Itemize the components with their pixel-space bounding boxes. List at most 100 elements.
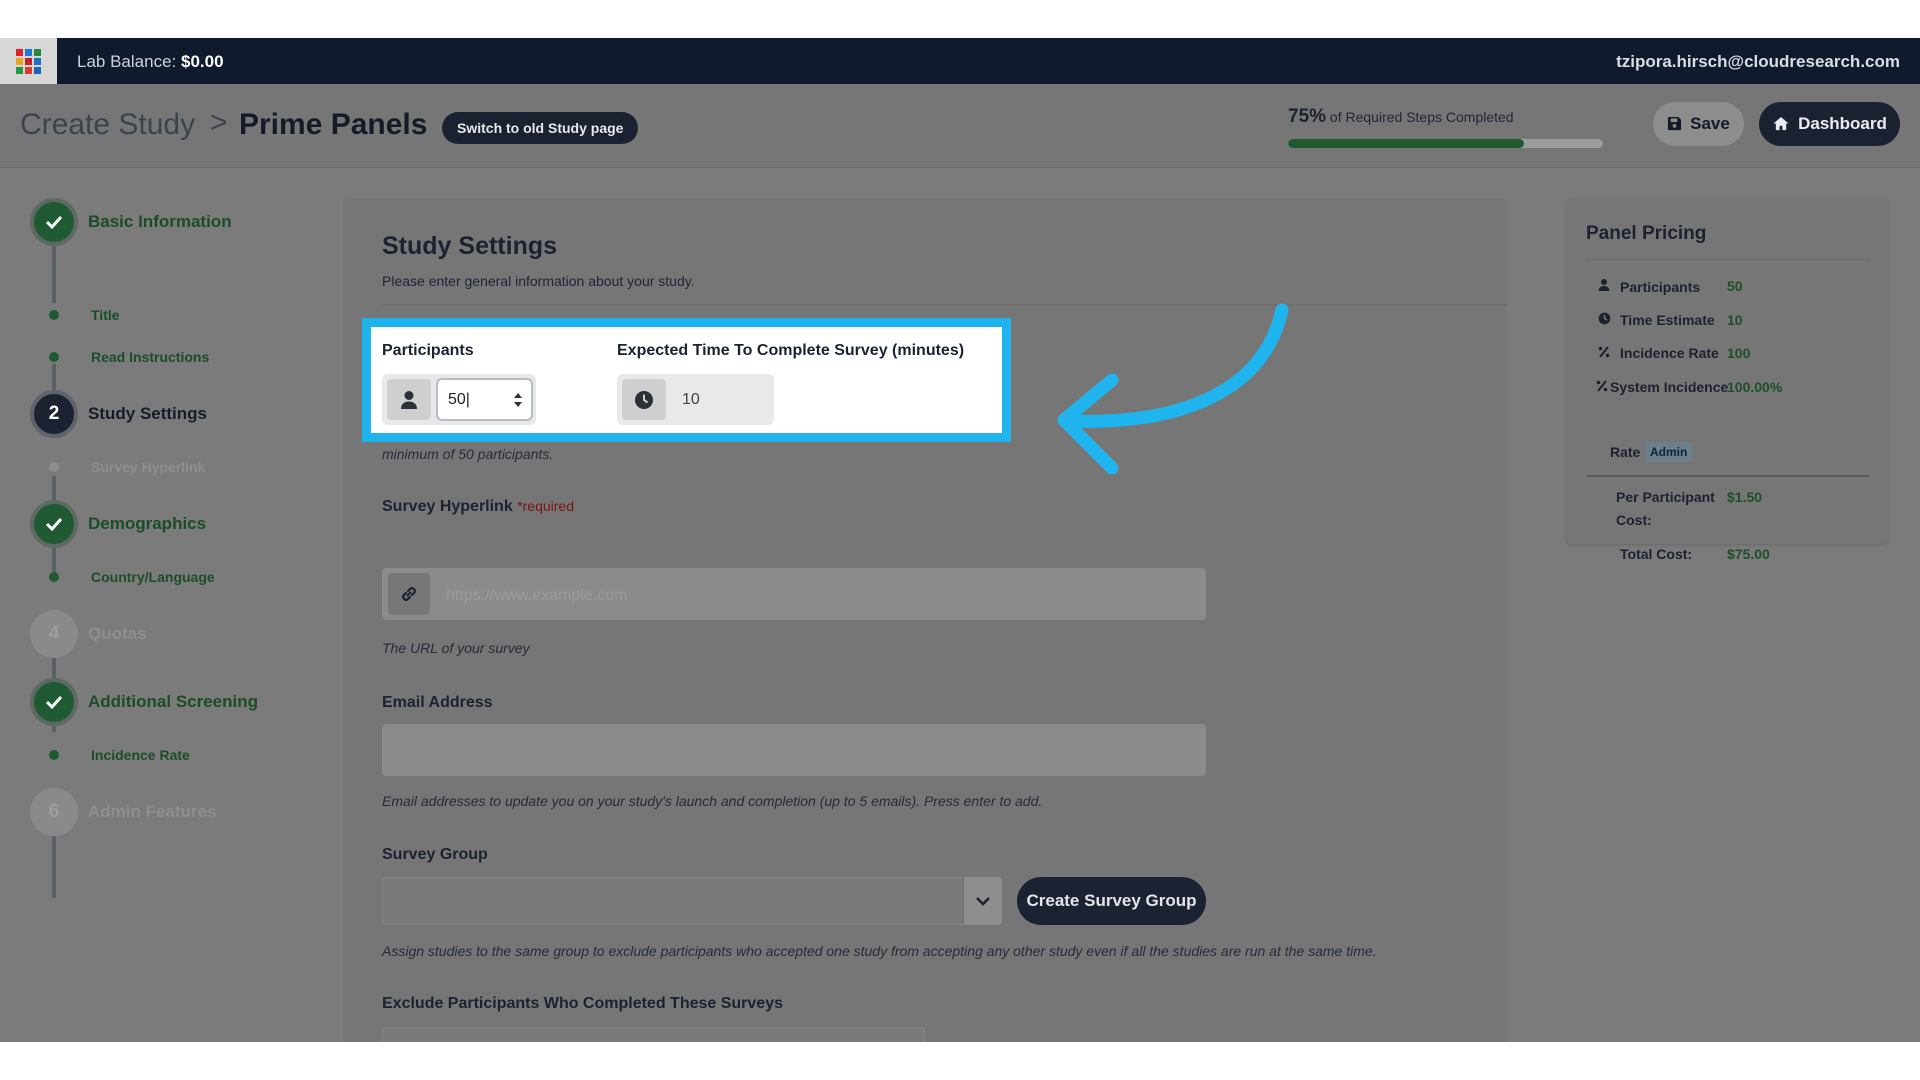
sidebar-substep-incidence-rate[interactable]: Incidence Rate [91,747,190,763]
user-email-menu[interactable]: tzipora.hirsch@cloudresearch.com [1616,52,1900,72]
apps-grid-square [16,48,23,56]
clear-icon[interactable]: × [898,1040,909,1042]
pricing-incidence-value: 100 [1727,345,1751,361]
sidebar-substep-title[interactable]: Title [91,307,120,323]
required-marker: *required [517,498,575,514]
survey-hyperlink-label-text: Survey Hyperlink [382,498,513,515]
progress-bar [1288,139,1603,148]
pricing-total-value: $75.00 [1727,546,1770,562]
percent-icon [1596,379,1608,395]
participants-value: 50 [448,391,466,408]
switch-old-study-page-button[interactable]: Switch to old Study page [442,112,639,144]
survey-group-label: Survey Group [382,846,488,863]
pricing-divider [1587,475,1869,477]
progress-text: of Required Steps Completed [1329,109,1514,125]
user-icon [1596,278,1612,295]
progress-label: 75% of Required Steps Completed [1288,106,1514,128]
floppy-disk-icon [1667,104,1682,148]
expected-time-value[interactable]: 10 [682,391,700,409]
pricing-time-value: 10 [1727,312,1743,328]
pointer-arrow-icon [1057,303,1289,475]
survey-hyperlink-placeholder: https://www.example.com [446,587,628,604]
lab-balance: Lab Balance: $0.00 [77,52,224,72]
breadcrumb-current-page: Prime Panels [239,108,428,141]
sidebar-step-study-settings[interactable]: Study Settings [88,404,207,424]
pricing-system-incidence-value: 100.00% [1727,379,1783,395]
apps-grid-square [34,48,41,56]
lab-balance-value: $0.00 [180,52,224,71]
step-4-marker[interactable]: 4 [30,610,78,658]
number-stepper-icon[interactable] [513,392,523,408]
step-5-check-icon[interactable] [30,678,78,726]
sidebar-step-additional-screening[interactable]: Additional Screening [88,692,258,712]
save-button[interactable]: Save [1653,102,1744,146]
sidebar-substep-country-language[interactable]: Country/Language [91,569,215,585]
steps-sidebar: Basic Information Title Read Instruction… [0,168,330,1042]
home-icon [1772,104,1790,148]
sidebar-step-basic-information[interactable]: Basic Information [88,212,232,232]
email-address-input[interactable] [382,724,1206,776]
email-address-label: Email Address [382,694,493,711]
admin-badge: Admin [1645,442,1693,462]
participants-number-input[interactable]: 50| [436,378,533,421]
apps-grid-icon[interactable] [0,38,57,84]
pricing-total-label: Total Cost: [1620,546,1693,562]
section-divider [382,304,1506,305]
pricing-divider [1586,259,1870,260]
pricing-per-participant-label-line2: Cost: [1616,512,1652,528]
pricing-system-incidence-label: System Incidence [1610,379,1729,395]
sidebar-substep-survey-hyperlink[interactable]: Survey Hyperlink [91,459,205,475]
dashboard-label: Dashboard [1798,114,1887,133]
clock-icon [622,379,666,420]
pricing-per-participant-label: Per Participant [1616,489,1715,505]
progress-bar-fill [1288,139,1525,148]
substep-dot [49,750,59,760]
expected-time-label: Expected Time To Complete Survey (minute… [617,342,965,359]
pricing-participants-row: Participants [1596,278,1700,295]
create-survey-group-button[interactable]: Create Survey Group [1017,877,1206,925]
apps-grid-square [25,57,32,65]
dashboard-button[interactable]: Dashboard [1759,102,1900,146]
link-icon [388,573,430,615]
apps-grid-square [25,66,32,74]
clock-icon [1596,312,1612,328]
sidebar-substep-read-instructions[interactable]: Read Instructions [91,349,209,365]
email-address-help: Email addresses to update you on your st… [382,793,1043,809]
pricing-incidence-row: Incidence Rate [1596,345,1719,361]
breadcrumb-separator: > [210,106,228,139]
chevron-down-icon[interactable] [963,877,1002,925]
substep-dot [49,572,59,582]
sidebar-step-demographics[interactable]: Demographics [88,514,206,534]
step-2-marker[interactable]: 2 [30,390,78,438]
exclude-participants-label: Exclude Participants Who Completed These… [382,995,783,1012]
substep-dot [49,462,59,472]
top-bar: Lab Balance: $0.00 tzipora.hirsch@cloudr… [0,38,1920,84]
survey-hyperlink-help: The URL of your survey [382,640,530,656]
step-6-marker[interactable]: 6 [30,788,78,836]
panel-pricing-title: Panel Pricing [1586,223,1707,244]
sidebar-step-quotas[interactable]: Quotas [88,624,147,644]
app-screen: Lab Balance: $0.00 tzipora.hirsch@cloudr… [0,38,1920,1042]
survey-group-select[interactable] [382,877,1002,925]
sidebar-step-admin-features[interactable]: Admin Features [88,802,216,822]
pricing-system-incidence-label-line2: Rate [1610,444,1641,460]
survey-group-help: Assign studies to the same group to excl… [382,943,1377,959]
participants-label: Participants [382,342,474,359]
pricing-time-label: Time Estimate [1620,312,1715,328]
apps-grid-square [16,57,23,65]
exclude-surveys-select[interactable] [382,1027,925,1042]
step-3-check-icon[interactable] [30,500,78,548]
substep-dot [49,310,59,320]
user-icon [387,379,431,420]
progress-percent: 75% [1288,106,1327,127]
save-label: Save [1690,114,1730,133]
apps-grid-square [34,57,41,65]
step-1-check-icon[interactable] [30,198,78,246]
pricing-system-incidence-row: System Incidence [1596,379,1728,395]
section-description: Please enter general information about y… [382,273,695,289]
breadcrumb-create-study[interactable]: Create Study [20,108,195,142]
page-header: Create Study > Prime Panels Switch to ol… [0,84,1920,168]
apps-grid-square [16,66,23,74]
participants-minimum-note: minimum of 50 participants. [382,446,554,462]
pricing-participants-value: 50 [1727,278,1743,294]
